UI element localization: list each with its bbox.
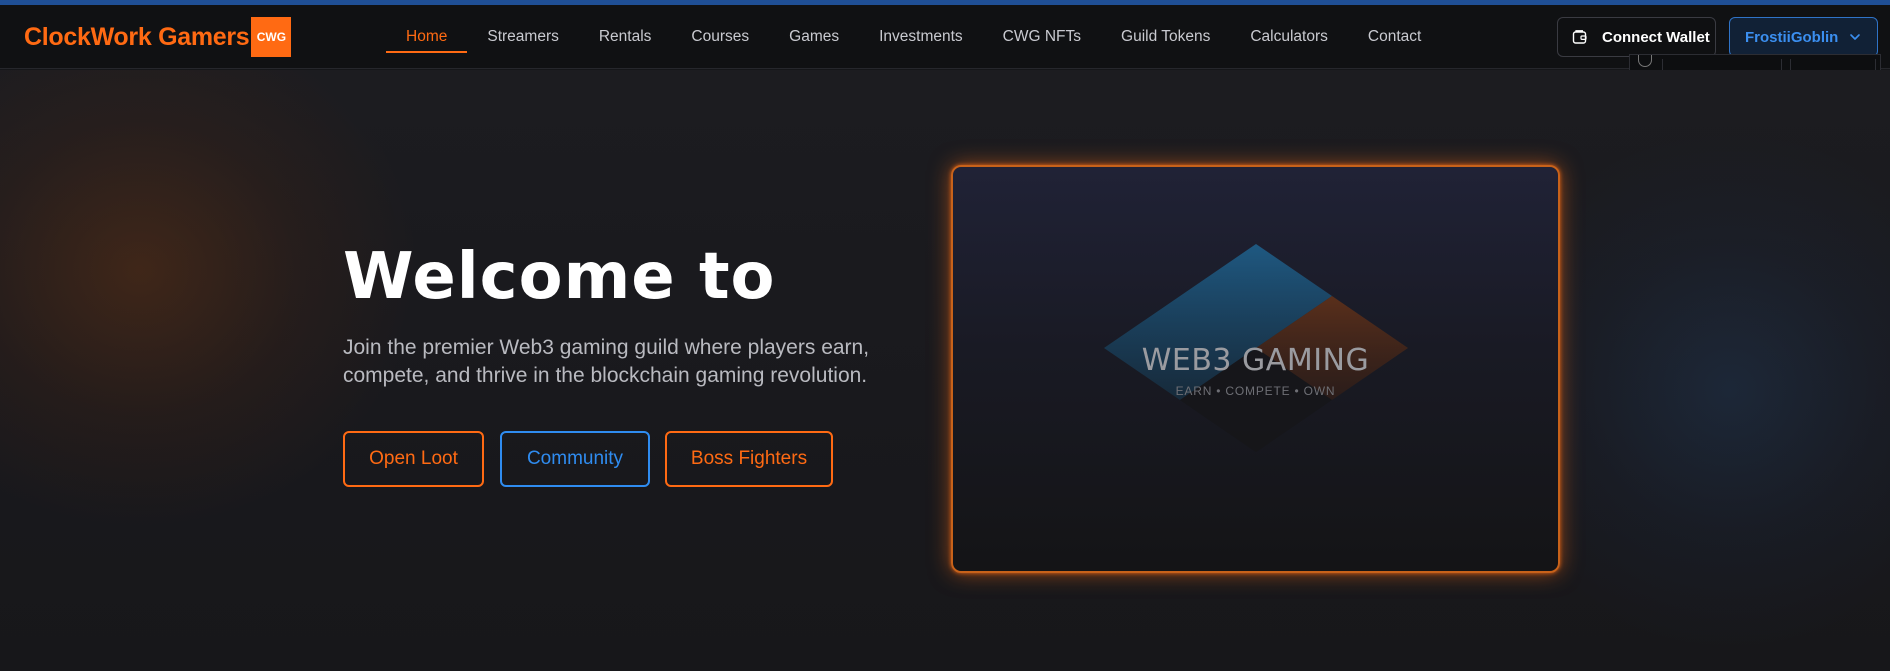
- nav-item-guild-tokens[interactable]: Guild Tokens: [1121, 5, 1210, 69]
- card-title: WEB3 GAMING: [1141, 343, 1370, 378]
- nav-item-home[interactable]: Home: [385, 5, 468, 69]
- nav-item-calculators[interactable]: Calculators: [1250, 5, 1328, 69]
- username-label: FrostiiGoblin: [1745, 28, 1839, 46]
- open-loot-button[interactable]: Open Loot: [343, 431, 484, 487]
- user-menu-button[interactable]: FrostiiGoblin: [1729, 17, 1878, 57]
- wallet-icon: [1572, 30, 1587, 44]
- nav-item-games[interactable]: Games: [789, 5, 839, 69]
- nav-item-contact[interactable]: Contact: [1368, 5, 1421, 69]
- hero-title: Welcome to: [343, 240, 776, 314]
- nav-item-courses[interactable]: Courses: [691, 5, 749, 69]
- connect-wallet-button[interactable]: Connect Wallet: [1557, 17, 1716, 57]
- globe-icon: [1638, 55, 1652, 67]
- main-nav: Home Streamers Rentals Courses Games Inv…: [385, 5, 1461, 69]
- chevron-down-icon: [1850, 34, 1860, 40]
- brand-badge: CWG: [251, 17, 292, 57]
- nav-item-streamers[interactable]: Streamers: [487, 5, 559, 69]
- top-navigation-bar: ClockWork Gamers CWG Home Streamers Rent…: [0, 5, 1890, 69]
- boss-fighters-button[interactable]: Boss Fighters: [665, 431, 833, 487]
- community-button[interactable]: Community: [500, 431, 650, 487]
- brand-name: ClockWork Gamers: [24, 22, 250, 51]
- hero-section: Welcome to Join the premier Web3 gaming …: [0, 70, 1890, 671]
- card-tagline: EARN • COMPETE • OWN: [1175, 384, 1336, 398]
- nav-item-cwg-nfts[interactable]: CWG NFTs: [1003, 5, 1081, 69]
- hero-subtitle: Join the premier Web3 gaming guild where…: [343, 336, 870, 387]
- web3-gaming-card: WEB3 GAMING EARN • COMPETE • OWN: [951, 165, 1560, 573]
- nav-item-investments[interactable]: Investments: [879, 5, 963, 69]
- brand-logo[interactable]: ClockWork Gamers CWG: [24, 17, 292, 57]
- connect-wallet-label: Connect Wallet: [1602, 28, 1710, 46]
- nav-item-rentals[interactable]: Rentals: [599, 5, 652, 69]
